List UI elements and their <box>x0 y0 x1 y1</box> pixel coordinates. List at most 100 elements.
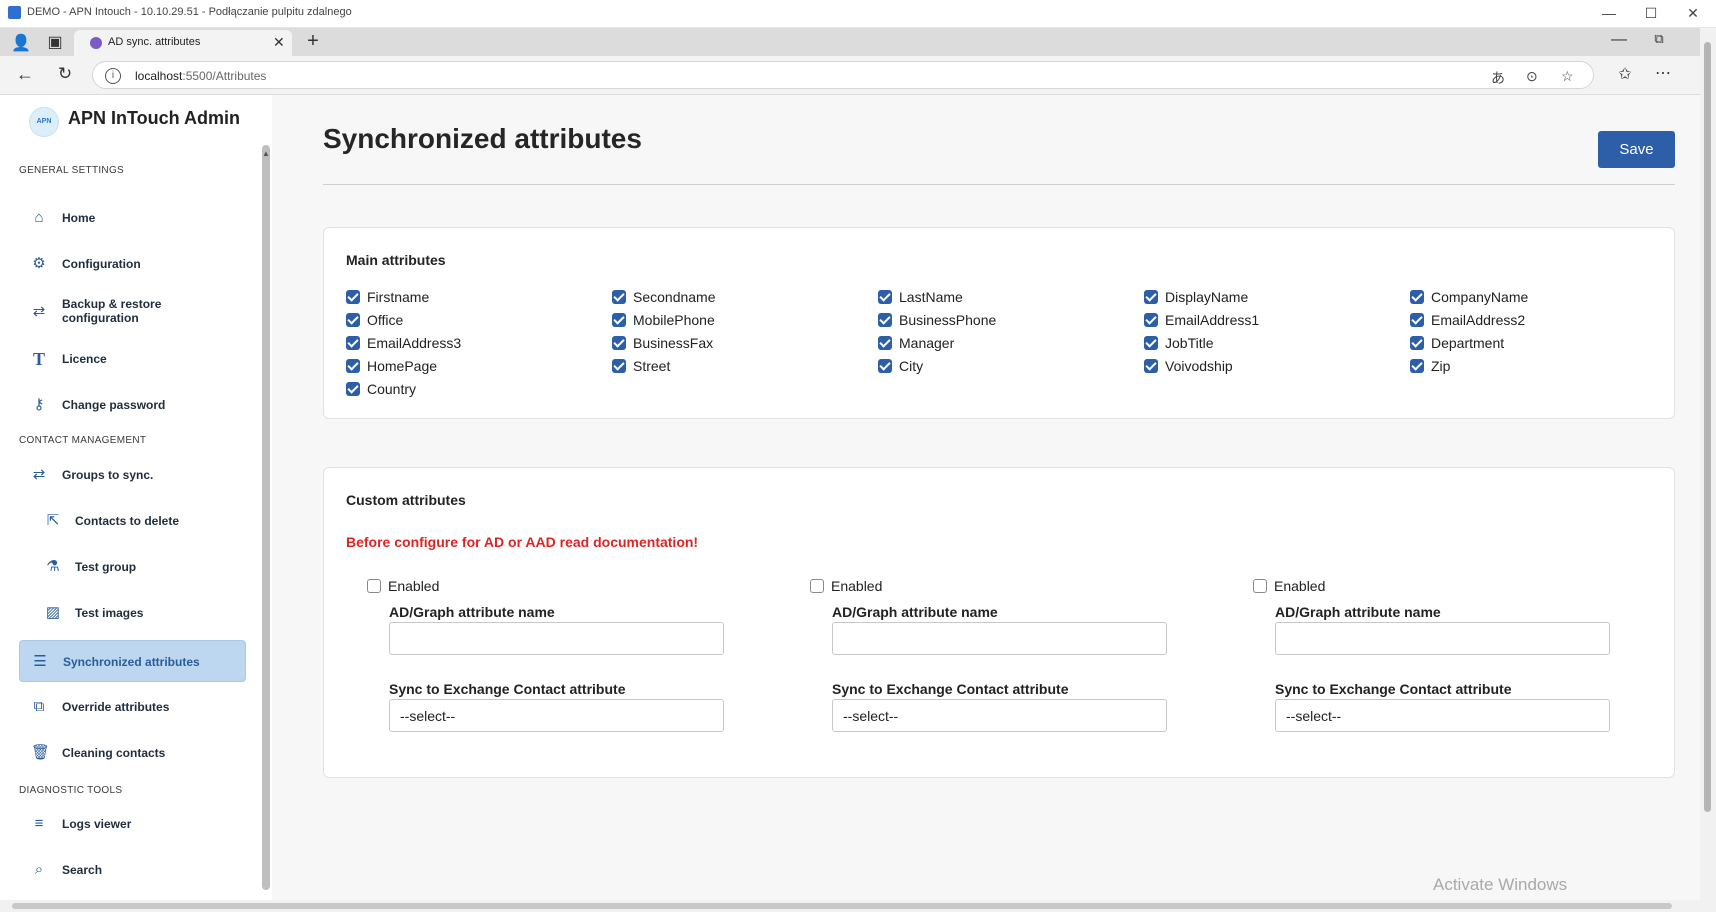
site-info-icon[interactable]: i <box>105 68 121 84</box>
sidebar-item-test-images[interactable]: ▨ Test images <box>19 592 246 634</box>
attribute-label: LastName <box>899 289 963 305</box>
page-scrollbar[interactable] <box>1700 28 1716 912</box>
attribute-label: MobilePhone <box>633 312 715 328</box>
sidebar-item-label-line2: configuration <box>62 311 139 325</box>
select-value: --select-- <box>843 708 899 724</box>
main-attributes-card: Main attributes Firstname Secondname LastN… <box>323 227 1675 419</box>
settings-menu-icon[interactable]: ⋯ <box>1652 63 1674 83</box>
translate-icon[interactable]: あ <box>1491 68 1505 88</box>
sidebar-item-backup-restore[interactable]: ⇄ Backup & restore configuration <box>19 289 246 335</box>
checkbox[interactable] <box>612 336 626 350</box>
tab-actions-icon[interactable]: ▣ <box>44 32 66 52</box>
favorites-icon[interactable]: ✩ <box>1614 64 1636 84</box>
url-host: localhost <box>135 69 183 83</box>
maximize-icon[interactable]: ☐ <box>1628 0 1674 27</box>
checkbox[interactable] <box>1144 290 1158 304</box>
back-icon[interactable]: ← <box>14 64 36 85</box>
sidebar-item-test-group[interactable]: ⚗ Test group <box>19 546 246 588</box>
checkbox[interactable] <box>612 313 626 327</box>
ad-graph-name-input[interactable] <box>1275 622 1610 655</box>
checkbox[interactable] <box>346 359 360 373</box>
ad-graph-name-input[interactable] <box>832 622 1167 655</box>
checkbox[interactable] <box>878 290 892 304</box>
attribute-label: JobTitle <box>1165 335 1214 351</box>
checkbox[interactable] <box>346 313 360 327</box>
checkbox[interactable] <box>1410 336 1424 350</box>
tab-ad-sync-attributes[interactable]: AD sync. attributes ✕ <box>74 30 292 56</box>
sidebar-item-label: Search <box>62 863 103 877</box>
sidebar-item-label: Override attributes <box>62 700 170 714</box>
checkbox[interactable] <box>1253 579 1267 593</box>
close-icon[interactable]: ✕ <box>1670 0 1716 27</box>
sidebar-item-synchronized-attributes[interactable]: ☰ Synchronized attributes <box>19 640 246 682</box>
brand-title[interactable]: APN InTouch Admin <box>68 108 240 129</box>
checkbox[interactable] <box>367 579 381 593</box>
checkbox[interactable] <box>1410 313 1424 327</box>
horizontal-scrollbar[interactable] <box>0 900 1700 912</box>
checkbox[interactable] <box>878 336 892 350</box>
sidebar-item-search[interactable]: ⌕ Search <box>19 849 246 891</box>
checkbox[interactable] <box>346 336 360 350</box>
licence-icon: T <box>32 349 45 369</box>
checkbox[interactable] <box>1144 336 1158 350</box>
checkbox[interactable] <box>878 313 892 327</box>
sidebar-scrollbar[interactable] <box>262 145 270 890</box>
checkbox[interactable] <box>346 290 360 304</box>
reload-icon[interactable]: ↻ <box>54 64 76 84</box>
sidebar-item-groups-to-sync[interactable]: ⇄ Groups to sync. <box>19 454 246 496</box>
swap-icon: ⇄ <box>32 466 46 483</box>
ad-graph-name-label: AD/Graph attribute name <box>832 604 998 620</box>
export-icon: ⇱ <box>46 512 60 529</box>
section-diagnostic-tools: DIAGNOSTIC TOOLS <box>19 785 123 796</box>
scroll-thumb[interactable] <box>1704 42 1711 812</box>
new-tab-icon[interactable]: + <box>302 30 324 53</box>
sidebar-item-contacts-to-delete[interactable]: ⇱ Contacts to delete <box>19 500 246 542</box>
scroll-up-arrow-icon[interactable]: ▲ <box>262 149 270 158</box>
checkbox[interactable] <box>878 359 892 373</box>
ad-graph-name-label: AD/Graph attribute name <box>1275 604 1441 620</box>
sidebar-item-configuration[interactable]: ⚙ Configuration <box>19 243 246 285</box>
checkbox[interactable] <box>612 290 626 304</box>
rdp-app-icon <box>8 6 21 19</box>
save-button[interactable]: Save <box>1598 131 1675 168</box>
sidebar-item-cleaning-contacts[interactable]: 🗑 Cleaning contacts <box>19 732 246 774</box>
browser-tab-strip: 👤 ▣ AD sync. attributes ✕ + — ⧉ <box>0 28 1700 56</box>
attribute-label: EmailAddress1 <box>1165 312 1260 328</box>
sync-attribute-select[interactable]: --select-- <box>1275 699 1610 732</box>
brand-logo[interactable]: APN <box>29 107 59 137</box>
tab-favicon-icon <box>90 37 102 49</box>
minimize-icon[interactable]: — <box>1586 0 1632 27</box>
checkbox[interactable] <box>1144 359 1158 373</box>
sidebar-item-licence[interactable]: T Licence <box>19 338 246 380</box>
favorite-star-icon[interactable]: ☆ <box>1561 68 1574 85</box>
flask-icon: ⚗ <box>46 558 60 575</box>
sidebar-item-override-attributes[interactable]: ⧉ Override attributes <box>19 686 246 728</box>
sidebar-item-home[interactable]: ⌂ Home <box>19 197 246 239</box>
override-icon: ⧉ <box>33 698 45 715</box>
browser-restore-icon[interactable]: ⧉ <box>1648 31 1670 47</box>
ad-graph-name-input[interactable] <box>389 622 724 655</box>
attribute-label: Zip <box>1431 358 1451 374</box>
sidebar-item-change-password[interactable]: ⚷ Change password <box>19 384 246 426</box>
checkbox[interactable] <box>612 359 626 373</box>
scroll-thumb[interactable] <box>12 903 1672 909</box>
tab-close-icon[interactable]: ✕ <box>273 34 285 51</box>
enabled-label: Enabled <box>1274 578 1326 594</box>
sync-attribute-select[interactable]: --select-- <box>389 699 724 732</box>
checkbox[interactable] <box>1144 313 1158 327</box>
checkbox[interactable] <box>346 382 360 396</box>
list-icon: ☰ <box>33 653 47 670</box>
attribute-label: HomePage <box>367 358 438 374</box>
sync-attribute-select[interactable]: --select-- <box>832 699 1167 732</box>
checkbox[interactable] <box>810 579 824 593</box>
profile-icon[interactable]: 👤 <box>10 33 32 53</box>
page-area: APN APN InTouch Admin GENERAL SETTINGS ⌂… <box>0 95 1700 900</box>
more-tools-icon[interactable]: ⊙ <box>1526 68 1538 85</box>
sidebar-item-logs-viewer[interactable]: ≡ Logs viewer <box>19 803 246 845</box>
address-bar[interactable]: i localhost:5500/Attributes あ ⊙ ☆ <box>92 61 1594 89</box>
checkbox[interactable] <box>1410 290 1424 304</box>
url-text[interactable]: localhost:5500/Attributes <box>135 69 266 83</box>
browser-minimize-icon[interactable]: — <box>1608 31 1630 49</box>
checkbox[interactable] <box>1410 359 1424 373</box>
sidebar-item-label: Test images <box>75 606 144 620</box>
